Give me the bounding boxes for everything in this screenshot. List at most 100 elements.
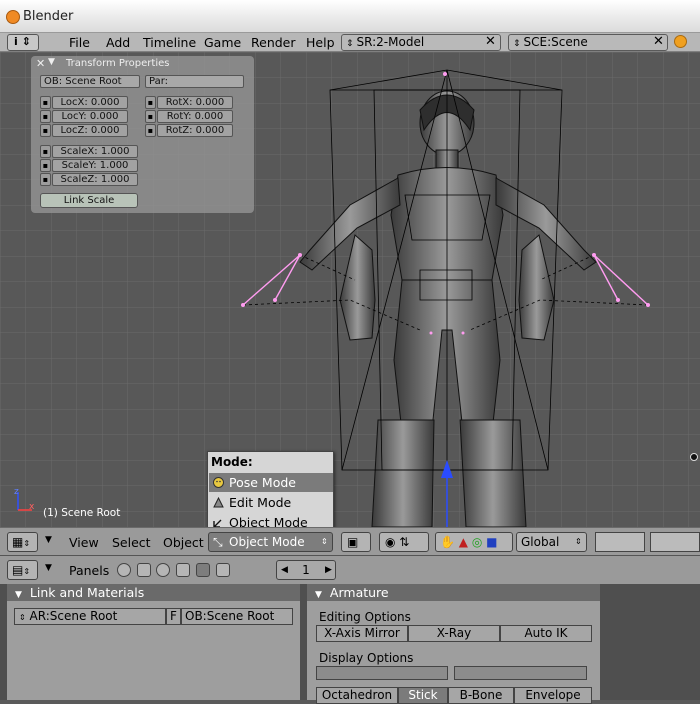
bone-layer-buttons[interactable] [316, 666, 448, 680]
parent-field[interactable]: Par: [145, 75, 244, 88]
transform-properties-panel: ✕ ▼ Transform Properties OB: Scene Root … [31, 56, 254, 213]
scalez-field[interactable]: ScaleZ: 1.000 [52, 173, 138, 186]
roty-field[interactable]: RotY: 0.000 [157, 110, 233, 123]
window-title: Blender [23, 9, 74, 24]
collapse-triangle-icon[interactable]: ▼ [45, 563, 52, 573]
scalex-field[interactable]: ScaleX: 1.000 [52, 145, 138, 158]
menu-game[interactable]: Game [204, 35, 241, 50]
armature-header: ▼ Armature [307, 584, 600, 601]
link-scale-button[interactable]: Link Scale [40, 193, 138, 208]
hand-icon: ✋ [440, 535, 455, 549]
lock-icon[interactable]: ▪ [40, 96, 51, 109]
collapse-triangle-icon[interactable]: ▼ [315, 590, 322, 600]
scaley-field[interactable]: ScaleY: 1.000 [52, 159, 138, 172]
menu-help[interactable]: Help [306, 35, 335, 50]
object-name-field[interactable]: OB:Scene Root [181, 608, 293, 625]
menu-object[interactable]: Object [163, 535, 204, 550]
collapse-triangle-icon[interactable]: ▼ [15, 590, 22, 600]
x-ray-button[interactable]: X-Ray [408, 625, 500, 642]
menu-render[interactable]: Render [251, 35, 296, 50]
draw-type-button[interactable]: ▣ [341, 532, 371, 552]
lock-icon[interactable]: ▪ [40, 124, 51, 137]
object-name-field[interactable]: OB: Scene Root [40, 75, 140, 88]
scene-selector[interactable]: ⇕ SCE:Scene [508, 34, 668, 51]
orientation-selector[interactable]: Global ⇕ [516, 532, 587, 552]
menu-item-label: Pose Mode [229, 475, 296, 490]
rotz-field[interactable]: RotZ: 0.000 [157, 124, 233, 137]
stick-button[interactable]: Stick [398, 687, 448, 704]
lock-icon[interactable]: ▪ [145, 96, 156, 109]
lock-icon[interactable]: ▪ [145, 110, 156, 123]
rotx-field[interactable]: RotX: 0.000 [157, 96, 233, 109]
menu-timeline[interactable]: Timeline [143, 35, 196, 50]
lock-icon[interactable]: ▪ [40, 173, 51, 186]
cube-icon: ▣ [347, 535, 359, 549]
delete-screen-button[interactable]: ✕ [482, 34, 499, 51]
updown-icon: ⇕ [19, 613, 26, 622]
transform-panel-header: ✕ ▼ Transform Properties [31, 56, 254, 71]
bone-layer-buttons[interactable] [454, 666, 587, 680]
menu-item-edit-mode[interactable]: Edit Mode [209, 493, 333, 512]
panel-title: Link and Materials [29, 585, 145, 600]
menu-view[interactable]: View [69, 535, 99, 550]
top-menubar: i ⇕ File Add Timeline Game Render Help ⇕… [0, 33, 700, 52]
armature-data-field[interactable]: ⇕ AR:Scene Root [14, 608, 166, 625]
layer-buttons[interactable] [595, 532, 645, 552]
updown-icon: ⇕ [575, 537, 582, 546]
collapse-triangle-icon[interactable]: ▼ [45, 535, 52, 545]
logic-context-icon[interactable] [117, 563, 131, 577]
delete-scene-button[interactable]: ✕ [650, 34, 667, 51]
mode-selector[interactable]: ⤡ Object Mode ⇕ [208, 532, 333, 552]
screen-selector[interactable]: ⇕ SR:2-Model [341, 34, 501, 51]
x-axis-mirror-button[interactable]: X-Axis Mirror [316, 625, 408, 642]
buttons-window-icon: ▤ [12, 563, 24, 577]
right-arrow-icon[interactable]: ▶ [325, 561, 332, 579]
scene-context-icon[interactable] [216, 563, 230, 577]
close-icon[interactable]: ✕ [36, 57, 45, 70]
svg-text:x: x [29, 502, 35, 512]
pose-mode-icon [213, 477, 224, 488]
auto-ik-button[interactable]: Auto IK [500, 625, 592, 642]
pivot-icon: ◉ ⇅ [385, 535, 410, 549]
menu-file[interactable]: File [69, 35, 90, 50]
frame-field[interactable]: ◀ 1 ▶ [276, 560, 336, 580]
layer-buttons[interactable] [650, 532, 700, 552]
lock-icon[interactable]: ▪ [40, 159, 51, 172]
collapse-triangle-icon[interactable]: ▼ [48, 57, 55, 67]
display-options-label: Display Options [319, 651, 414, 665]
menu-add[interactable]: Add [106, 35, 130, 50]
editor-type-button[interactable]: ▦⇕ [7, 532, 38, 552]
pivot-button[interactable]: ◉ ⇅ [379, 532, 429, 552]
3d-view-header: ▦⇕ ▼ View Select Object ⤡ Object Mode ⇕ … [0, 527, 700, 555]
menu-select[interactable]: Select [112, 535, 151, 550]
octahedron-button[interactable]: Octahedron [316, 687, 398, 704]
panels-menu[interactable]: Panels [69, 563, 109, 578]
editor-type-button[interactable]: ▤⇕ [7, 560, 38, 580]
updown-icon: ⇕ [321, 537, 328, 546]
info-window-type-button[interactable]: i ⇕ [7, 34, 39, 51]
script-context-icon[interactable] [137, 563, 151, 577]
b-bone-button[interactable]: B-Bone [448, 687, 514, 704]
blender-logo-icon [6, 10, 20, 24]
svg-text:z: z [14, 487, 19, 497]
updown-icon: ⇕ [346, 39, 354, 49]
lock-icon[interactable]: ▪ [40, 110, 51, 123]
fake-user-button[interactable]: F [166, 608, 181, 625]
mode-popup-header: Mode: [211, 455, 253, 469]
locy-field[interactable]: LocY: 0.000 [52, 110, 128, 123]
orientation-value: Global [521, 535, 560, 549]
lock-icon[interactable]: ▪ [145, 124, 156, 137]
envelope-button[interactable]: Envelope [514, 687, 592, 704]
link-materials-header: ▼ Link and Materials [7, 584, 300, 601]
left-arrow-icon[interactable]: ◀ [281, 561, 288, 579]
panel-title: Armature [329, 585, 389, 600]
shading-context-icon[interactable] [156, 563, 170, 577]
manipulator-buttons[interactable]: ✋ ▲ ◎ ■ [435, 532, 513, 552]
blender-logo-icon [674, 35, 687, 48]
editing-context-icon[interactable] [196, 563, 210, 577]
object-context-icon[interactable] [176, 563, 190, 577]
locz-field[interactable]: LocZ: 0.000 [52, 124, 128, 137]
lock-icon[interactable]: ▪ [40, 145, 51, 158]
menu-item-pose-mode[interactable]: Pose Mode [209, 473, 333, 492]
locx-field[interactable]: LocX: 0.000 [52, 96, 128, 109]
